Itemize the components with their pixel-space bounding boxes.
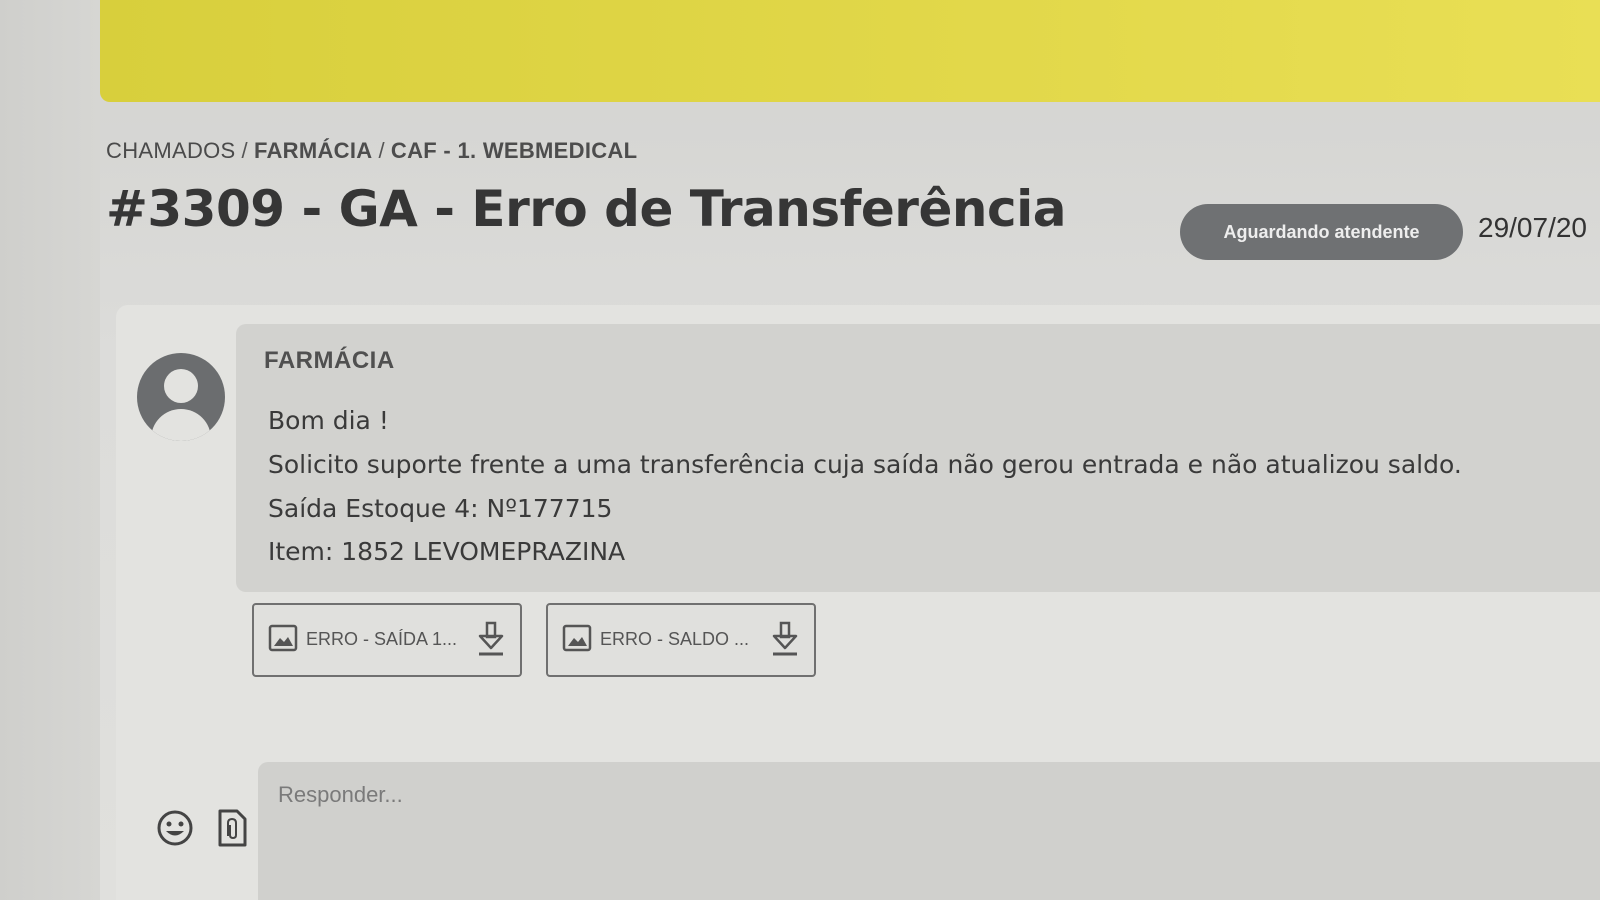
- attach-file-icon[interactable]: [215, 808, 249, 848]
- breadcrumb-root[interactable]: CHAMADOS: [106, 138, 236, 163]
- breadcrumb-caf[interactable]: CAF - 1. WEBMEDICAL: [391, 138, 637, 163]
- left-margin: [0, 0, 100, 900]
- image-icon: [562, 624, 592, 652]
- reply-placeholder: Responder...: [278, 782, 403, 807]
- emoji-icon[interactable]: [155, 808, 195, 848]
- breadcrumb-farmacia[interactable]: FARMÁCIA: [254, 138, 373, 163]
- breadcrumb: CHAMADOS / FARMÁCIA / CAF - 1. WEBMEDICAL: [106, 138, 637, 164]
- message-line: Saída Estoque 4: Nº177715: [268, 494, 613, 523]
- reply-input[interactable]: Responder...: [258, 762, 1600, 900]
- attachment-name: ERRO - SALDO ...: [600, 629, 750, 649]
- breadcrumb-separator: /: [378, 138, 385, 163]
- status-badge: Aguardando atendente: [1180, 204, 1463, 260]
- top-banner: [100, 0, 1600, 102]
- attachment-item[interactable]: ERRO - SALDO ...: [546, 603, 816, 677]
- ticket-date: 29/07/20: [1478, 212, 1587, 243]
- page-title: #3309 - GA - Erro de Transferência: [106, 180, 1066, 238]
- message-line: Solicito suporte frente a uma transferên…: [268, 450, 1462, 479]
- avatar-body: [151, 409, 211, 441]
- avatar: [137, 353, 225, 441]
- download-icon[interactable]: [476, 621, 506, 657]
- avatar-head: [164, 369, 198, 403]
- download-icon[interactable]: [770, 621, 800, 657]
- attachment-name: ERRO - SAÍDA 1...: [306, 629, 458, 649]
- message-sender: FARMÁCIA: [264, 347, 395, 374]
- screen: CHAMADOS / FARMÁCIA / CAF - 1. WEBMEDICAL #3…: [0, 0, 1600, 900]
- message-line: Item: 1852 LEVOMEPRAZINA: [268, 537, 626, 566]
- attachment-item[interactable]: ERRO - SAÍDA 1...: [252, 603, 522, 677]
- message-line: Bom dia !: [268, 406, 389, 435]
- image-icon: [268, 624, 298, 652]
- breadcrumb-separator: /: [241, 138, 248, 163]
